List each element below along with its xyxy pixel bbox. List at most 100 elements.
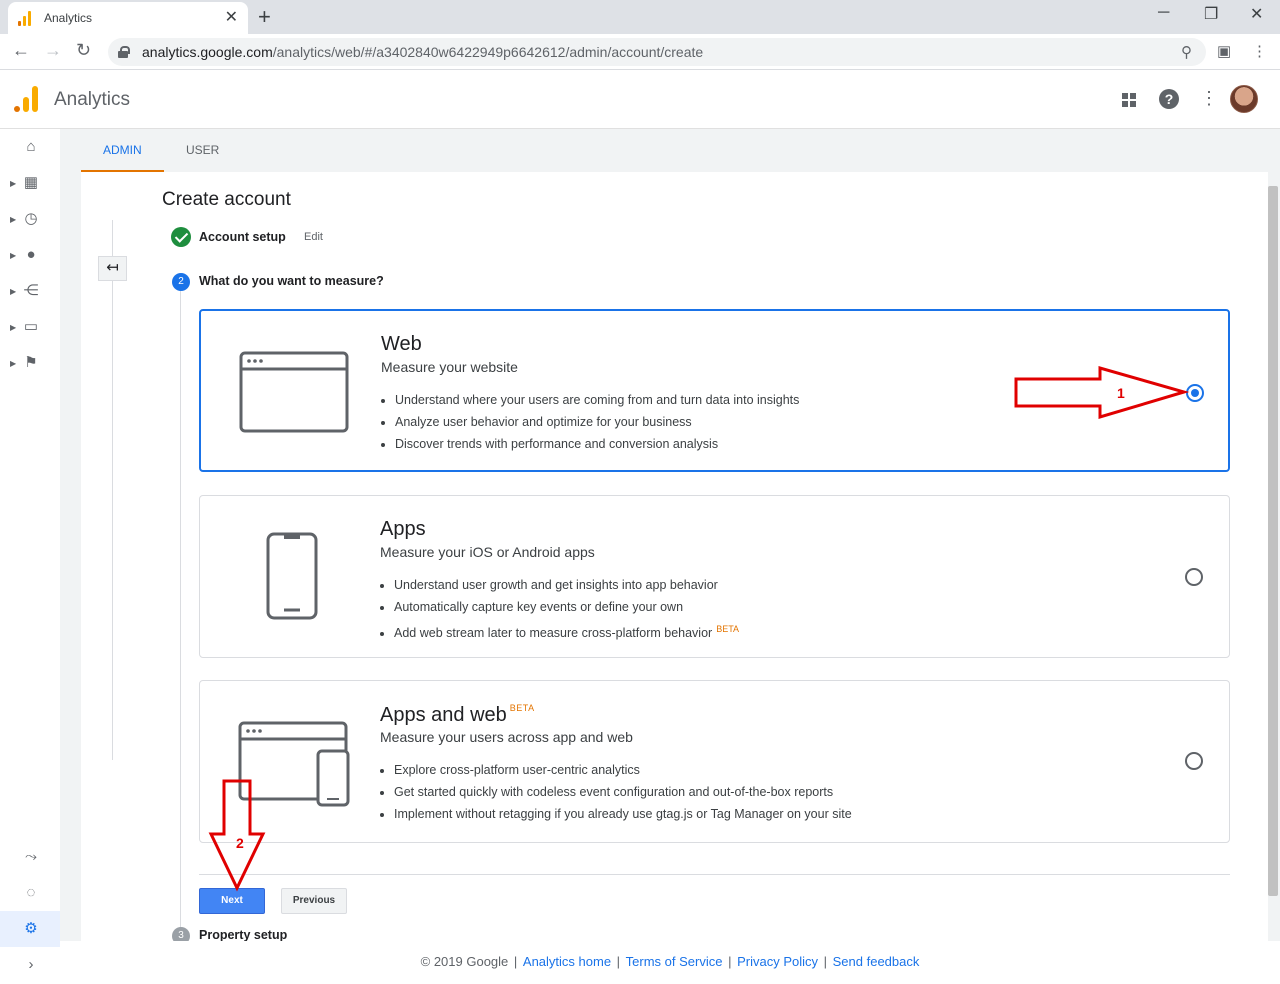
browser-window-icon — [239, 351, 349, 433]
scrollbar[interactable] — [1268, 186, 1278, 896]
nav-acquisition[interactable]: ▶ ⋲ — [0, 273, 60, 309]
url-host: analytics.google.com — [142, 44, 273, 60]
list-item: Discover trends with performance and con… — [395, 433, 799, 455]
option-subtitle: Measure your iOS or Android apps — [380, 544, 595, 560]
admin-gear-icon: ⚙ — [24, 920, 38, 937]
caret-right-icon: ▶ — [10, 286, 17, 296]
caret-right-icon: ▶ — [10, 358, 17, 368]
terms-link[interactable]: Terms of Service — [626, 954, 723, 969]
nav-admin[interactable]: ⚙ — [0, 911, 60, 947]
left-navigation: ⌂ ▶ ▦ ▶ ◷ ▶ ● ▶ ⋲ ▶ ▭ ▶ ⚑ ⤳ ◌ ⚙ › — [0, 129, 60, 984]
acquisition-icon: ⋲ — [23, 282, 39, 299]
annotation-label-2: 2 — [236, 835, 244, 851]
conversions-icon: ⚑ — [24, 354, 38, 371]
browser-and-phone-icon — [238, 721, 350, 807]
browser-toolbar: ← → ↻ analytics.google.com/analytics/web… — [0, 34, 1280, 70]
option-bullets: Explore cross-platform user-centric anal… — [394, 759, 852, 825]
option-card-web[interactable]: Web Measure your website Understand wher… — [199, 309, 1230, 472]
radio-apps-and-web[interactable] — [1185, 752, 1203, 770]
account-avatar[interactable] — [1230, 85, 1258, 113]
nav-customization[interactable]: ▶ ▦ — [0, 165, 60, 201]
beta-badge: BETA — [509, 703, 535, 713]
step-complete-check-icon — [171, 227, 191, 247]
analytics-home-link[interactable]: Analytics home — [523, 954, 611, 969]
audience-icon: ● — [26, 246, 36, 263]
step-property-setup-label: Property setup — [199, 928, 288, 942]
privacy-link[interactable]: Privacy Policy — [737, 954, 818, 969]
apps-grid-icon[interactable] — [1122, 93, 1136, 107]
discover-icon: ◌ — [26, 884, 36, 901]
browser-tab[interactable]: Analytics ✕ — [8, 2, 248, 34]
list-item: Analyze user behavior and optimize for y… — [395, 411, 799, 433]
home-icon: ⌂ — [26, 138, 36, 155]
restore-button[interactable]: ❐ — [1204, 4, 1218, 24]
list-item: Add web stream later to measure cross-pl… — [394, 618, 739, 644]
tab-title: Analytics — [44, 11, 93, 25]
option-card-apps[interactable]: Apps Measure your iOS or Android apps Un… — [199, 495, 1230, 658]
annotation-label-1: 1 — [1117, 385, 1125, 401]
browser-tabstrip: Analytics ✕ + ─ ❐ ✕ — [0, 0, 1280, 34]
extension-icon[interactable]: ▣ — [1217, 42, 1231, 60]
nav-behavior[interactable]: ▶ ▭ — [0, 309, 60, 345]
customization-icon: ▦ — [23, 174, 39, 191]
nav-audience[interactable]: ▶ ● — [0, 237, 60, 273]
forward-arrow-icon[interactable]: → — [44, 40, 62, 61]
caret-right-icon: ▶ — [10, 250, 17, 260]
app-header: Analytics ? ⋮ — [0, 71, 1280, 129]
feedback-link[interactable]: Send feedback — [833, 954, 920, 969]
app-title: Analytics — [54, 89, 131, 110]
attribution-icon: ⤳ — [24, 848, 37, 865]
back-arrow-icon[interactable]: ← — [12, 40, 30, 61]
step-2-badge: 2 — [172, 273, 190, 291]
reload-icon[interactable]: ↻ — [76, 40, 91, 61]
stepper-line — [180, 290, 181, 930]
zoom-icon[interactable]: ⚲ — [1181, 43, 1192, 61]
nav-home[interactable]: ⌂ — [0, 129, 60, 165]
caret-right-icon: ▶ — [10, 214, 17, 224]
nav-conversions[interactable]: ▶ ⚑ — [0, 345, 60, 381]
tab-user[interactable]: USER — [164, 129, 241, 172]
list-item: Understand user growth and get insights … — [394, 574, 739, 596]
step-account-setup-label: Account setup — [199, 230, 286, 244]
more-vert-icon[interactable]: ⋮ — [1200, 88, 1218, 109]
previous-button[interactable]: Previous — [281, 888, 347, 914]
browser-menu-icon[interactable]: ⋮ — [1252, 42, 1267, 60]
step-edit-link[interactable]: Edit — [304, 231, 323, 243]
tab-close-icon[interactable]: ✕ — [225, 10, 238, 26]
back-button[interactable]: ↤ — [98, 256, 127, 281]
admin-user-tabs: ADMIN USER — [81, 129, 1280, 172]
option-bullets: Understand where your users are coming f… — [395, 389, 799, 455]
option-card-apps-and-web[interactable]: Apps and web BETA Measure your users acro… — [199, 680, 1230, 843]
list-item: Implement without retagging if you alrea… — [394, 803, 852, 825]
window-close-button[interactable]: ✕ — [1250, 4, 1263, 24]
divider — [199, 874, 1230, 875]
list-item: Get started quickly with codeless event … — [394, 781, 852, 803]
caret-right-icon: ▶ — [10, 322, 17, 332]
nav-realtime[interactable]: ▶ ◷ — [0, 201, 60, 237]
address-bar[interactable]: analytics.google.com/analytics/web/#/a34… — [108, 38, 1206, 66]
list-item: Automatically capture key events or defi… — [394, 596, 739, 618]
minimize-button[interactable]: ─ — [1158, 4, 1169, 22]
page-title: Create account — [162, 189, 291, 210]
radio-apps[interactable] — [1185, 568, 1203, 586]
option-title: Apps — [380, 518, 426, 540]
option-bullets: Understand user growth and get insights … — [394, 574, 739, 644]
footer: © 2019 Google | Analytics home | Terms o… — [60, 941, 1280, 984]
option-title: Web — [381, 333, 422, 355]
nav-attribution[interactable]: ⤳ — [0, 839, 60, 875]
new-tab-button[interactable]: + — [258, 4, 271, 30]
radio-web[interactable] — [1186, 384, 1204, 402]
analytics-favicon-icon — [18, 10, 34, 26]
nav-expand[interactable]: › — [0, 947, 60, 983]
list-item: Explore cross-platform user-centric anal… — [394, 759, 852, 781]
analytics-logo-icon[interactable] — [14, 86, 40, 112]
copyright-text: © 2019 Google — [420, 954, 509, 969]
tab-admin[interactable]: ADMIN — [81, 129, 164, 172]
nav-discover[interactable]: ◌ — [0, 875, 60, 911]
next-button[interactable]: Next — [199, 888, 265, 914]
help-icon[interactable]: ? — [1159, 89, 1179, 109]
option-subtitle: Measure your users across app and web — [380, 729, 633, 745]
realtime-icon: ◷ — [24, 210, 38, 227]
phone-icon — [266, 532, 318, 620]
list-item: Understand where your users are coming f… — [395, 389, 799, 411]
